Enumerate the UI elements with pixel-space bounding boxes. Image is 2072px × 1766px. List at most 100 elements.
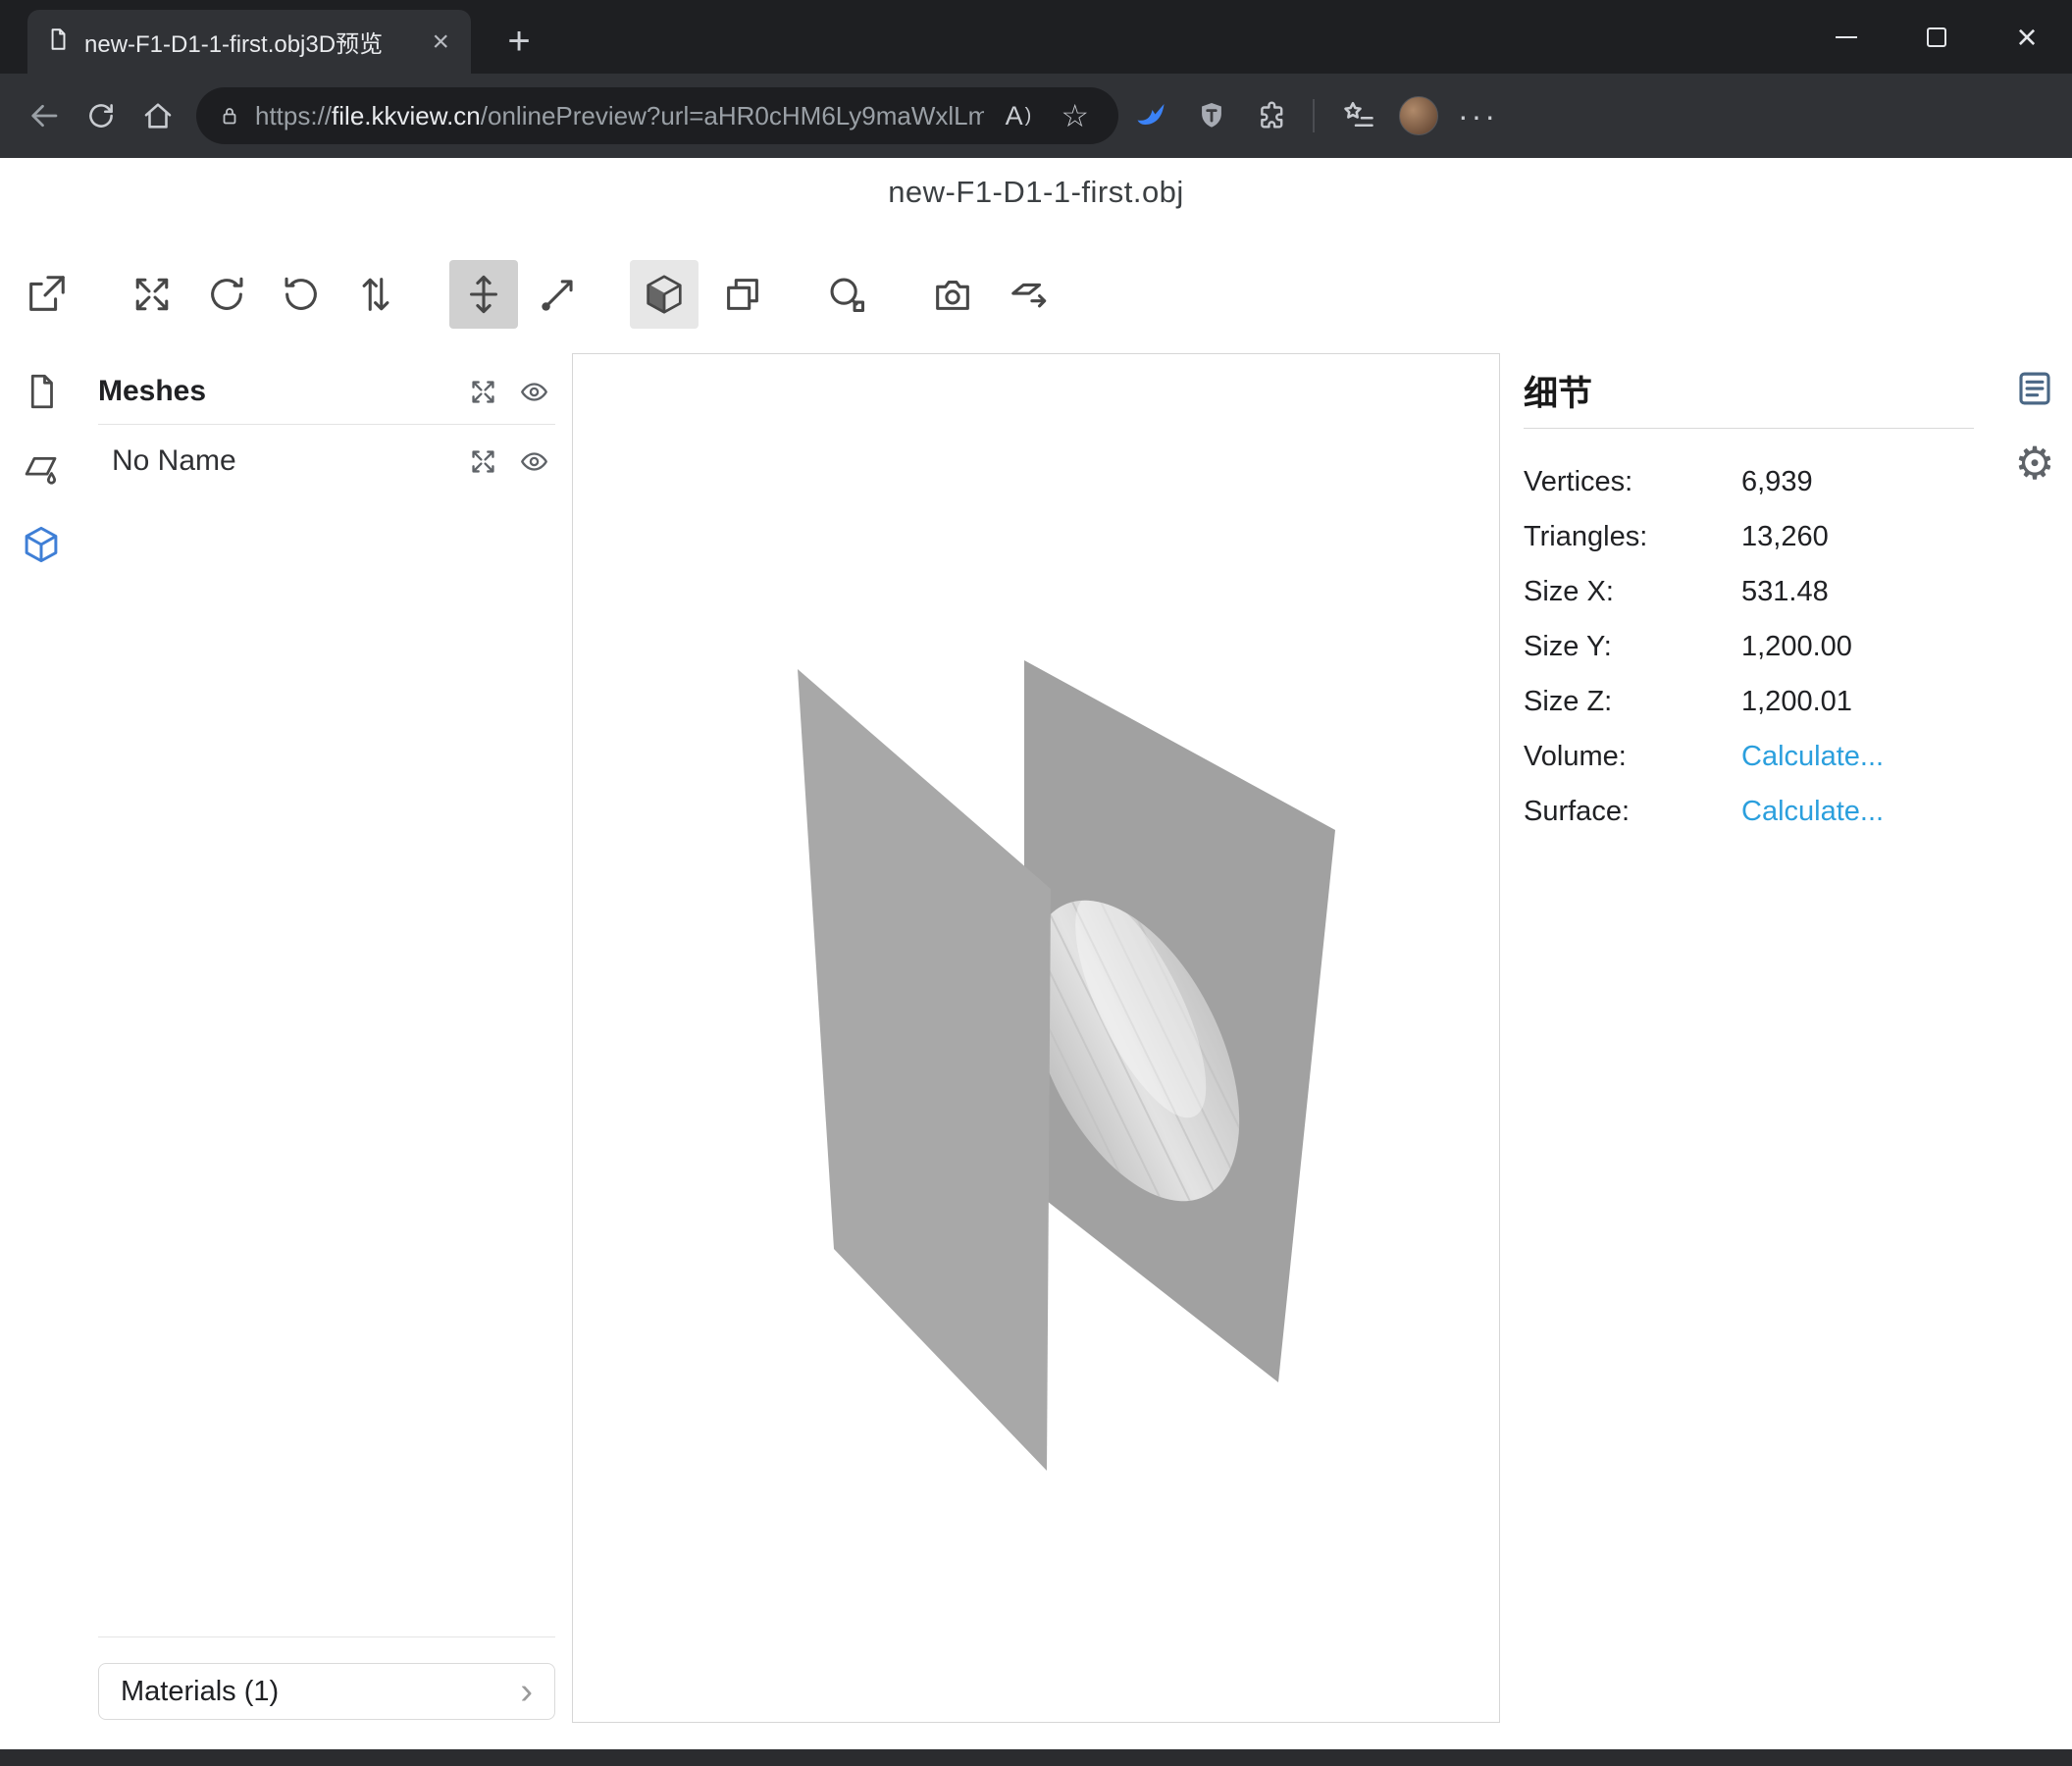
chevron-right-icon: › [520, 1673, 533, 1710]
extension-shield-icon[interactable] [1183, 87, 1240, 144]
detail-row-surface: Surface: Calculate... [1524, 784, 1974, 839]
avatar[interactable] [1399, 96, 1438, 135]
browser-menu-button[interactable]: ··· [1450, 98, 1506, 134]
eye-icon [519, 377, 549, 407]
url-domain: file.kkview.cn [332, 101, 481, 130]
up-down-arrows-icon [353, 272, 398, 317]
zoom-to-all-button[interactable] [461, 370, 504, 413]
fit-view-icon [130, 272, 175, 317]
detail-row-size-y: Size Y: 1,200.00 [1524, 619, 1974, 674]
window-bottom-edge [0, 1749, 2072, 1766]
shaded-view-button[interactable] [630, 260, 699, 329]
detail-row-size-x: Size X: 531.48 [1524, 564, 1974, 619]
rotate-cw-icon [204, 272, 249, 317]
export-model-button[interactable] [995, 260, 1063, 329]
meshes-header-label: Meshes [98, 375, 206, 408]
materials-tab[interactable] [0, 430, 82, 506]
close-window-button[interactable]: × [1982, 0, 2072, 74]
refresh-button[interactable] [73, 87, 130, 144]
file-info-tab[interactable] [0, 353, 82, 430]
pan-vertical-icon [461, 272, 506, 317]
draw-line-icon [536, 272, 581, 317]
mesh-list-item[interactable]: No Name [98, 433, 555, 490]
flip-vertical-button[interactable] [341, 260, 410, 329]
url-text: https://file.kkview.cn/onlinePreview?url… [255, 101, 984, 131]
divider [98, 1636, 555, 1637]
toggle-all-visibility-button[interactable] [512, 370, 555, 413]
divider [98, 424, 555, 425]
meshes-panel: Meshes No Name [98, 365, 555, 490]
model-cube-icon [21, 524, 62, 565]
tab-close-icon[interactable]: × [428, 27, 453, 57]
toggle-mesh-visibility-button[interactable] [512, 440, 555, 483]
details-toggle-button[interactable] [2007, 361, 2062, 416]
document-icon [21, 371, 62, 412]
detail-label: Size Z: [1524, 686, 1741, 718]
url-bar[interactable]: https://file.kkview.cn/onlinePreview?url… [196, 87, 1118, 144]
expand-icon [468, 446, 498, 477]
minimize-icon [1836, 36, 1857, 38]
gear-icon: ⚙ [2014, 441, 2054, 486]
model-render [573, 354, 1499, 1722]
rotate-cw-button[interactable] [192, 260, 261, 329]
back-button[interactable] [16, 87, 73, 144]
toolbar-divider [1313, 99, 1315, 132]
detail-value: 531.48 [1741, 576, 1829, 608]
viewer-toolbar [12, 257, 1063, 332]
measure-button[interactable] [812, 260, 881, 329]
favorite-star-icon[interactable]: ☆ [1053, 97, 1097, 134]
calculate-volume-link[interactable]: Calculate... [1741, 741, 1884, 773]
detail-value: 1,200.01 [1741, 686, 1852, 718]
ortho-view-button[interactable] [708, 260, 777, 329]
shaded-cube-icon [642, 272, 687, 317]
detail-row-size-z: Size Z: 1,200.01 [1524, 674, 1974, 729]
window-controls: × [1801, 0, 2072, 74]
rotate-ccw-button[interactable] [267, 260, 336, 329]
details-heading: 细节 [1524, 365, 1974, 416]
maximize-icon [1927, 27, 1946, 47]
extensions-puzzle-icon[interactable] [1244, 87, 1301, 144]
calculate-surface-link[interactable]: Calculate... [1741, 796, 1884, 828]
pan-vertical-button[interactable] [449, 260, 518, 329]
detail-value: 13,260 [1741, 521, 1829, 553]
viewer-left-rail [0, 353, 82, 583]
browser-titlebar: new-F1-D1-1-first.obj3D预览 × + × [0, 0, 2072, 74]
maximize-button[interactable] [1891, 0, 1982, 74]
detail-label: Size X: [1524, 576, 1741, 608]
detail-label: Surface: [1524, 796, 1741, 828]
minimize-button[interactable] [1801, 0, 1891, 74]
zoom-to-mesh-button[interactable] [461, 440, 504, 483]
read-aloud-button[interactable]: A) [998, 101, 1040, 131]
material-sheet-icon [21, 447, 62, 489]
materials-label: Materials (1) [121, 1676, 279, 1708]
detail-label: Triangles: [1524, 521, 1741, 553]
settings-button[interactable]: ⚙ [2007, 436, 2062, 491]
draw-line-button[interactable] [524, 260, 593, 329]
favorites-hub-icon[interactable] [1330, 87, 1387, 144]
home-button[interactable] [130, 87, 186, 144]
detail-value: 1,200.00 [1741, 631, 1852, 663]
new-tab-button[interactable]: + [495, 18, 543, 65]
mesh-name: No Name [112, 444, 236, 478]
browser-tab[interactable]: new-F1-D1-1-first.obj3D预览 × [27, 10, 471, 74]
fit-view-button[interactable] [118, 260, 186, 329]
back-arrow-icon [26, 98, 62, 133]
divider [1524, 428, 1974, 429]
model-left-plane [798, 669, 1051, 1471]
camera-icon [930, 272, 975, 317]
browser-address-bar: https://file.kkview.cn/onlinePreview?url… [0, 74, 2072, 158]
meshes-header: Meshes [98, 365, 555, 418]
viewer-right-rail: ⚙ [2003, 361, 2066, 491]
details-rows: Vertices: 6,939 Triangles: 13,260 Size X… [1524, 454, 1974, 839]
model-viewport[interactable] [572, 353, 1500, 1723]
detail-label: Volume: [1524, 741, 1741, 773]
measure-icon [824, 272, 869, 317]
rotate-ccw-icon [279, 272, 324, 317]
materials-button[interactable]: Materials (1) › [98, 1663, 555, 1720]
extension-bird-icon[interactable] [1122, 87, 1179, 144]
details-list-icon [2014, 368, 2055, 409]
open-file-button[interactable] [12, 260, 80, 329]
page-title: new-F1-D1-1-first.obj [0, 175, 2072, 210]
screenshot-button[interactable] [918, 260, 987, 329]
model-tree-tab[interactable] [0, 506, 82, 583]
